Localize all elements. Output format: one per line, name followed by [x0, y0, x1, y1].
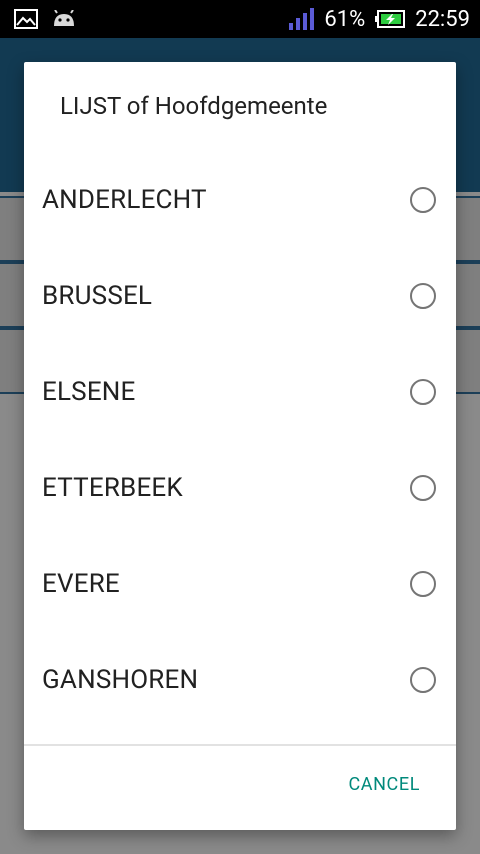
dialog-title: LIJST of Hoofdgemeente — [60, 92, 328, 120]
cancel-button[interactable]: CANCEL — [348, 774, 420, 795]
battery-charging-icon — [375, 10, 406, 28]
status-bar: 61% 22:59 — [0, 0, 480, 38]
list-item[interactable]: EVERE — [24, 536, 456, 632]
image-icon — [14, 9, 38, 29]
status-left — [0, 9, 76, 29]
status-right: 61% 22:59 — [288, 7, 480, 32]
list-item[interactable]: BRUSSEL — [24, 248, 456, 344]
list-item-label: ANDERLECHT — [42, 185, 207, 215]
android-debug-icon — [52, 10, 76, 28]
radio-button[interactable] — [410, 667, 436, 693]
list-item-label: ETTERBEEK — [42, 473, 183, 503]
list-item-label: EVERE — [42, 569, 120, 599]
list-item-label: BRUSSEL — [42, 281, 153, 311]
dialog-divider — [24, 744, 456, 746]
list-item[interactable]: GANSHOREN — [24, 632, 456, 728]
list-item-label: ELSENE — [42, 377, 136, 407]
radio-button[interactable] — [410, 187, 436, 213]
radio-button[interactable] — [410, 475, 436, 501]
clock-time: 22:59 — [415, 6, 470, 32]
list-item[interactable]: ETTERBEEK — [24, 440, 456, 536]
municipality-list: ANDERLECHT BRUSSEL ELSENE ETTERBEEK EVER… — [24, 152, 456, 728]
list-item[interactable]: ANDERLECHT — [24, 152, 456, 248]
radio-button[interactable] — [410, 571, 436, 597]
signal-icon — [288, 7, 315, 31]
list-item[interactable]: ELSENE — [24, 344, 456, 440]
list-item-label: GANSHOREN — [42, 665, 199, 695]
radio-button[interactable] — [410, 283, 436, 309]
selection-dialog: LIJST of Hoofdgemeente ANDERLECHT BRUSSE… — [24, 62, 456, 830]
battery-percent: 61% — [324, 6, 366, 32]
radio-button[interactable] — [410, 379, 436, 405]
